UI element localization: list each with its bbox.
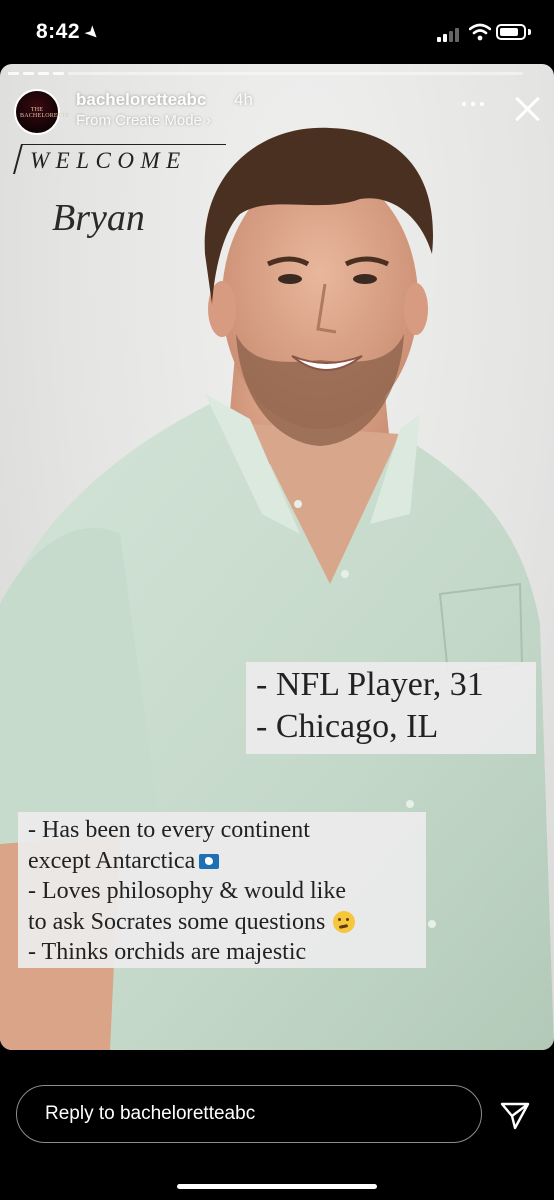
thinking-face-icon [333,910,356,933]
story-card[interactable]: THE BACHELORETTE bacheloretteabc 4h From… [0,64,554,1050]
status-time: 8:42 ➤ [36,20,103,44]
reply-input[interactable]: Reply to bacheloretteabc [16,1085,482,1143]
create-mode-link[interactable]: From Create Mode › [76,112,211,129]
stats-caption: - NFL Player, 31 - Chicago, IL [246,662,536,754]
home-indicator[interactable] [177,1184,377,1189]
close-icon[interactable] [512,94,542,124]
fact-line: except Antarctica [28,847,196,874]
facts-caption: - Has been to every continent except Ant… [18,812,426,968]
fact-line: - Loves philosophy & would like [28,878,346,904]
fact-line: - Thinks orchids are majestic [28,939,307,965]
send-icon[interactable] [499,1099,531,1131]
fact-line: - Has been to every continent [28,817,310,843]
account-username[interactable]: bacheloretteabc [76,90,206,110]
battery-icon [496,24,526,40]
status-bar: 8:42 ➤ [0,0,554,64]
fact-line: to ask Socrates some questions [28,908,326,935]
welcome-heading: WELCOME [30,148,187,173]
post-time: 4h [234,90,253,109]
more-icon[interactable] [462,97,488,111]
battery-tip [528,29,531,35]
antarctica-flag-icon [199,853,220,869]
story-progress [8,72,523,75]
avatar-logo-text: THE BACHELORETTE [20,107,70,119]
location-arrow-icon: ➤ [81,22,103,44]
stat-occupation: - NFL Player, 31 [256,666,484,703]
reply-placeholder: Reply to bacheloretteabc [45,1103,256,1124]
clock-time: 8:42 [36,20,81,43]
cellular-signal-icon [437,26,463,42]
contestant-name: Bryan [52,197,145,239]
account-avatar[interactable]: THE BACHELORETTE [14,89,70,135]
welcome-rule [22,144,226,145]
wifi-icon [469,23,491,41]
stat-location: - Chicago, IL [256,708,439,745]
